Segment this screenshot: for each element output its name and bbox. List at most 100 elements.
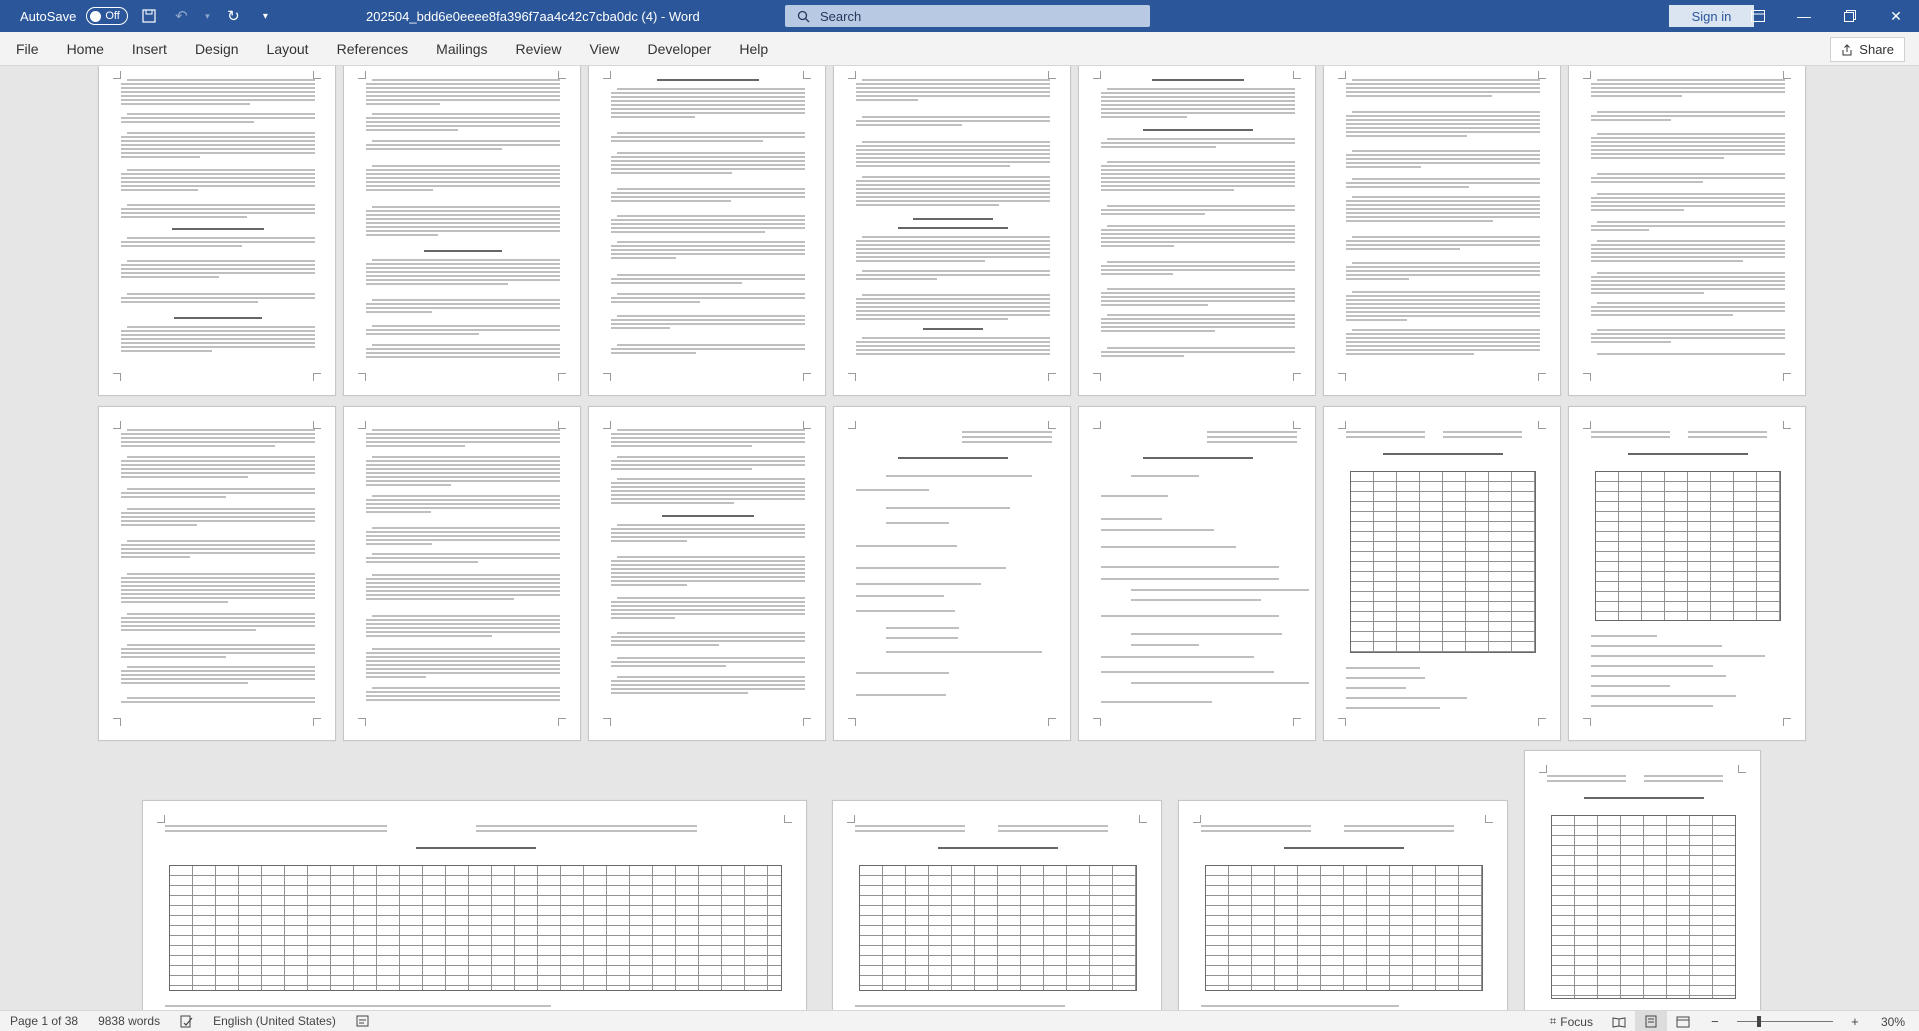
minimize-icon[interactable]: —: [1781, 0, 1827, 32]
zoom-out-icon[interactable]: −: [1699, 1011, 1731, 1031]
text-line: [611, 445, 753, 447]
tab-home[interactable]: Home: [53, 32, 118, 66]
zoom-slider-thumb[interactable]: [1756, 1016, 1761, 1027]
page-thumbnail[interactable]: [833, 66, 1071, 396]
text-line: [1346, 696, 1467, 699]
undo-dropdown-icon[interactable]: ▾: [202, 5, 212, 27]
text-line: [121, 177, 315, 179]
tab-layout[interactable]: Layout: [253, 32, 323, 66]
page-thumbnail[interactable]: [1078, 66, 1316, 396]
share-icon: [1842, 43, 1852, 55]
undo-icon[interactable]: ↶: [170, 5, 192, 27]
tab-design[interactable]: Design: [181, 32, 253, 66]
language-indicator[interactable]: English (United States): [203, 1014, 346, 1028]
accessibility-icon[interactable]: [346, 1015, 379, 1027]
margin-marker: [313, 71, 321, 79]
text-line: [1346, 186, 1469, 188]
text-line: [366, 668, 560, 670]
customize-toolbar-icon[interactable]: ▾: [254, 5, 276, 27]
page-thumbnail[interactable]: [1568, 66, 1806, 396]
text-line: [611, 219, 805, 221]
redo-icon[interactable]: ↻: [222, 5, 244, 27]
page-thumbnail[interactable]: [98, 66, 336, 396]
save-icon[interactable]: [138, 5, 160, 27]
tab-insert[interactable]: Insert: [118, 32, 181, 66]
text-line: [1346, 307, 1540, 309]
tab-mailings[interactable]: Mailings: [422, 32, 501, 66]
page-thumbnail[interactable]: [832, 800, 1162, 1010]
page-thumbnail[interactable]: [1323, 406, 1561, 741]
share-button[interactable]: Share: [1830, 37, 1905, 62]
tab-developer[interactable]: Developer: [634, 32, 726, 66]
zoom-in-icon[interactable]: +: [1839, 1011, 1871, 1031]
text-line: [1591, 181, 1704, 183]
page-thumbnail[interactable]: [1078, 406, 1316, 741]
page-count[interactable]: Page 1 of 38: [0, 1014, 88, 1028]
text-line: [1346, 182, 1540, 184]
page-thumbnail[interactable]: [833, 406, 1071, 741]
zoom-level[interactable]: 30%: [1871, 1015, 1919, 1029]
text-line: [121, 492, 315, 494]
text-line: [1591, 115, 1785, 117]
text-line: [1591, 675, 1727, 678]
table-grid: [859, 865, 1137, 991]
zoom-slider[interactable]: [1736, 1016, 1833, 1027]
page-thumbnail[interactable]: [1568, 406, 1806, 741]
tab-help[interactable]: Help: [725, 32, 782, 66]
page-thumbnail[interactable]: [1323, 66, 1561, 396]
text-line: [366, 468, 560, 470]
page-thumbnail[interactable]: [98, 406, 336, 741]
text-line: [1352, 329, 1540, 331]
page-thumbnail[interactable]: [588, 406, 826, 741]
text-line: [1284, 847, 1404, 849]
margin-marker: [803, 718, 811, 726]
text-line: [366, 656, 560, 658]
text-line: [366, 480, 560, 482]
text-line: [1346, 119, 1540, 121]
read-mode-icon[interactable]: [1603, 1011, 1635, 1031]
proofing-icon[interactable]: [170, 1015, 203, 1028]
text-line: [611, 502, 734, 504]
tab-references[interactable]: References: [323, 32, 423, 66]
text-line: [1346, 345, 1540, 347]
search-box[interactable]: Search: [785, 5, 1150, 27]
page-thumbnail[interactable]: [343, 406, 581, 741]
text-line: [611, 327, 671, 329]
page-thumbnail[interactable]: [588, 66, 826, 396]
word-count[interactable]: 9838 words: [88, 1014, 170, 1028]
text-line: [1346, 200, 1540, 202]
page-thumbnail[interactable]: [343, 66, 581, 396]
print-layout-icon[interactable]: [1634, 1011, 1667, 1031]
text-line: [366, 173, 560, 175]
close-icon[interactable]: ✕: [1873, 0, 1919, 32]
form-field-line: [886, 627, 960, 629]
page-thumbnail[interactable]: [1524, 750, 1761, 1010]
text-line: [366, 511, 432, 513]
text-line: [1591, 177, 1785, 179]
text-line: [121, 460, 315, 462]
text-line: [366, 177, 560, 179]
autosave-toggle[interactable]: Off: [86, 7, 129, 25]
tab-view[interactable]: View: [575, 32, 633, 66]
tab-review[interactable]: Review: [502, 32, 576, 66]
text-line: [856, 145, 1050, 147]
margin-marker: [784, 815, 792, 823]
page-thumbnail[interactable]: [142, 800, 807, 1010]
document-workspace[interactable]: [0, 66, 1919, 1010]
form-field-line: [1101, 566, 1279, 568]
text-line: [611, 464, 805, 466]
text-line: [121, 589, 315, 591]
text-line: [121, 83, 315, 85]
text-line: [1101, 355, 1185, 357]
focus-label: Focus: [1560, 1014, 1593, 1029]
tab-file[interactable]: File: [0, 32, 53, 66]
restore-icon[interactable]: [1827, 0, 1873, 32]
text-line: [366, 275, 560, 277]
focus-button[interactable]: ⌗ Focus: [1540, 1014, 1603, 1029]
web-layout-icon[interactable]: [1667, 1011, 1699, 1031]
text-line: [962, 441, 1052, 443]
text-line: [1591, 276, 1785, 278]
text-line: [366, 307, 560, 309]
page-thumbnail[interactable]: [1178, 800, 1508, 1010]
ribbon-display-options-icon[interactable]: [1735, 0, 1781, 32]
